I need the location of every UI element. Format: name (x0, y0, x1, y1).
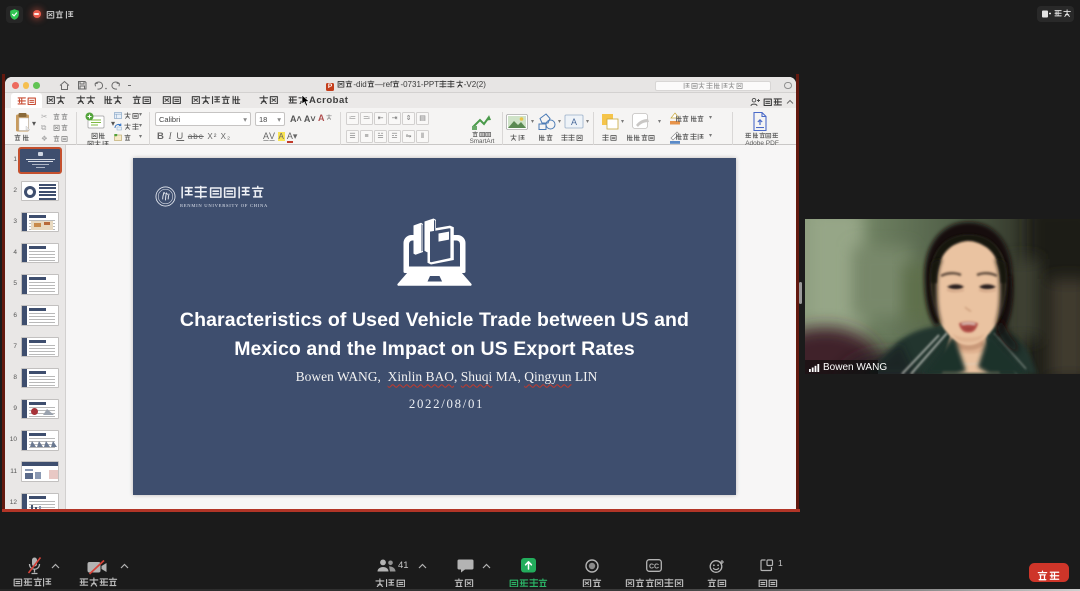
svg-text:A: A (571, 117, 577, 127)
svg-text:CC: CC (649, 563, 659, 570)
